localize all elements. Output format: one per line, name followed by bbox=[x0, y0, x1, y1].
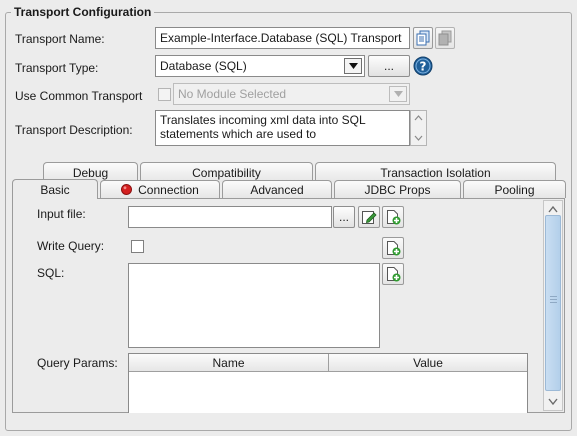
basic-tab-panel: Input file: ... Write Query: SQL: Query … bbox=[12, 198, 565, 413]
copy-button[interactable] bbox=[413, 27, 433, 49]
sql-textarea[interactable] bbox=[128, 263, 380, 348]
paste-button[interactable] bbox=[435, 27, 455, 49]
new-query-file-button[interactable] bbox=[382, 237, 404, 259]
transport-name-label: Transport Name: bbox=[15, 32, 105, 46]
description-scrollbar[interactable] bbox=[410, 110, 427, 146]
sql-label: SQL: bbox=[37, 266, 65, 280]
common-module-select[interactable]: No Module Selected bbox=[173, 83, 410, 105]
transport-type-label: Transport Type: bbox=[15, 61, 99, 75]
common-module-value: No Module Selected bbox=[178, 87, 287, 101]
new-sql-file-button[interactable] bbox=[382, 263, 404, 285]
scroll-up-icon[interactable] bbox=[414, 115, 423, 121]
tab-connection[interactable]: Connection bbox=[100, 180, 220, 198]
query-params-table[interactable]: Name Value bbox=[128, 353, 528, 413]
scroll-down-icon[interactable] bbox=[414, 135, 423, 141]
tab-basic[interactable]: Basic bbox=[12, 179, 98, 199]
input-file-label: Input file: bbox=[37, 207, 86, 221]
use-common-transport-label: Use Common Transport bbox=[15, 89, 143, 103]
tab-compatibility[interactable]: Compatibility bbox=[140, 162, 313, 182]
input-file-input[interactable] bbox=[128, 206, 332, 228]
transport-type-browse-button[interactable]: ... bbox=[368, 55, 410, 77]
scroll-up-icon[interactable] bbox=[548, 206, 558, 213]
copy-icon bbox=[416, 30, 430, 46]
svg-text:?: ? bbox=[420, 60, 427, 74]
write-query-label: Write Query: bbox=[37, 239, 105, 253]
grip-line bbox=[550, 299, 557, 300]
tab-advanced[interactable]: Advanced bbox=[222, 180, 332, 198]
tab-connection-label: Connection bbox=[138, 182, 199, 197]
new-document-icon bbox=[387, 241, 401, 256]
edit-icon bbox=[362, 211, 377, 224]
column-header-value[interactable]: Value bbox=[329, 354, 527, 371]
tab-jdbc-props[interactable]: JDBC Props bbox=[334, 180, 461, 198]
group-title: Transport Configuration bbox=[11, 5, 155, 19]
transport-description-textarea[interactable]: Translates incoming xml data into SQL st… bbox=[155, 110, 410, 146]
help-icon[interactable]: ? bbox=[413, 56, 433, 76]
new-document-icon bbox=[387, 267, 401, 282]
scroll-thumb[interactable] bbox=[545, 215, 561, 391]
description-line: Translates incoming xml data into SQL bbox=[160, 113, 366, 127]
transport-name-input[interactable]: Example-Interface.Database (SQL) Transpo… bbox=[155, 27, 410, 49]
input-file-browse-button[interactable]: ... bbox=[333, 206, 355, 228]
dropdown-arrow-icon[interactable] bbox=[344, 58, 362, 74]
dropdown-arrow-icon[interactable] bbox=[389, 86, 407, 102]
new-file-button[interactable] bbox=[382, 206, 404, 228]
table-header: Name Value bbox=[129, 354, 527, 372]
edit-file-button[interactable] bbox=[358, 206, 380, 228]
transport-type-select[interactable]: Database (SQL) bbox=[155, 55, 365, 77]
tab-transaction-isolation[interactable]: Transaction Isolation bbox=[315, 162, 556, 182]
description-line: statements which are used to bbox=[160, 127, 317, 141]
write-query-checkbox[interactable] bbox=[131, 240, 144, 253]
column-header-name[interactable]: Name bbox=[129, 354, 329, 371]
grip-line bbox=[550, 296, 557, 297]
error-icon bbox=[121, 184, 133, 195]
transport-description-label: Transport Description: bbox=[15, 123, 133, 137]
transport-type-value: Database (SQL) bbox=[160, 59, 247, 73]
use-common-transport-checkbox[interactable] bbox=[158, 88, 171, 101]
paste-icon bbox=[438, 30, 452, 46]
tab-pooling[interactable]: Pooling bbox=[463, 180, 566, 198]
grip-line bbox=[550, 302, 557, 303]
new-document-icon bbox=[387, 210, 401, 225]
scroll-down-icon[interactable] bbox=[548, 398, 558, 405]
query-params-label: Query Params: bbox=[37, 356, 118, 370]
